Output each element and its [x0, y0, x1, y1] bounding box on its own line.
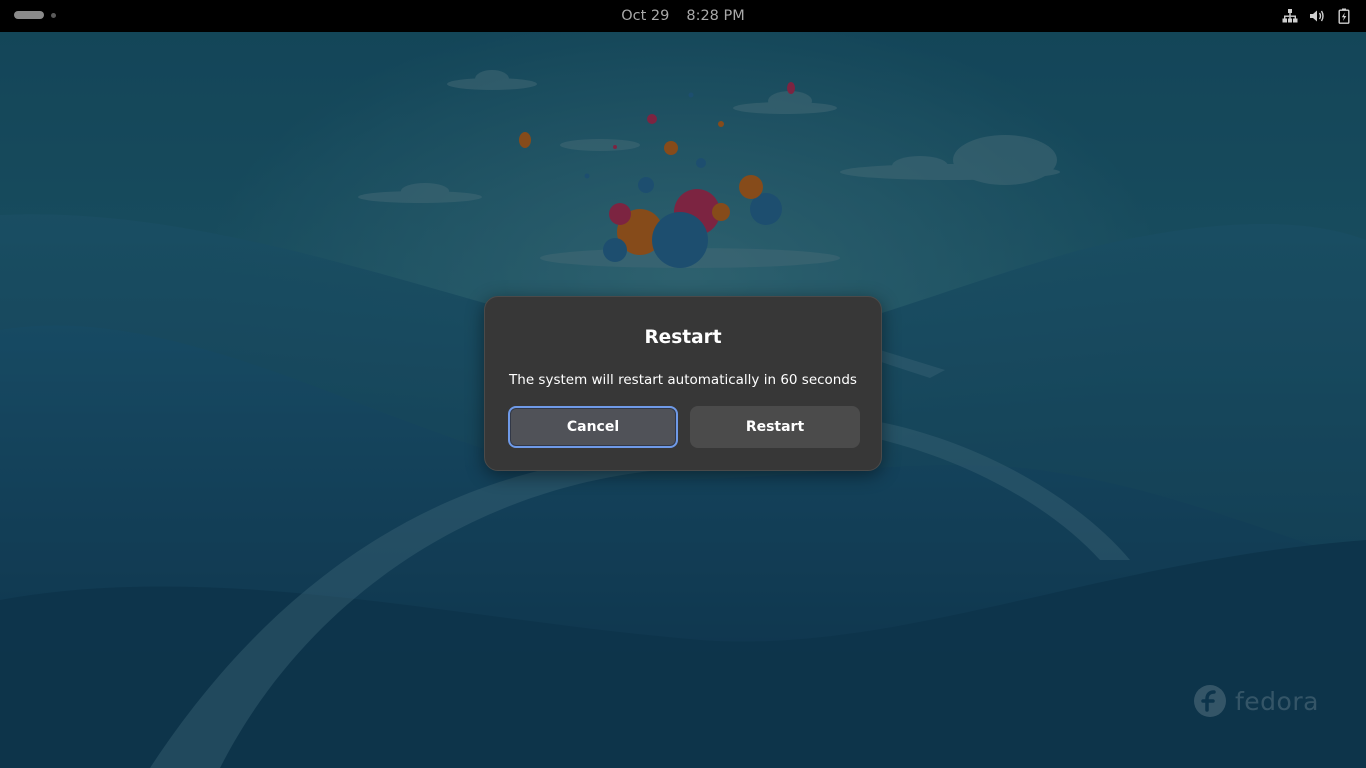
fedora-wordmark: fedora [1235, 686, 1319, 716]
workspace-indicator-active [14, 11, 44, 19]
network-wired-icon [1282, 9, 1298, 23]
fedora-logo-icon [1194, 685, 1226, 717]
top-bar: Oct 29 8:28 PM [0, 0, 1366, 32]
volume-icon [1310, 10, 1324, 22]
time-label: 8:28 PM [686, 8, 745, 24]
workspace-indicator-inactive [51, 12, 56, 18]
dialog-message: The system will restart automatically in… [509, 372, 857, 388]
dialog-title: Restart [644, 327, 722, 348]
battery-icon [1338, 8, 1350, 24]
activities-button[interactable] [14, 11, 56, 19]
date-time-menu[interactable]: Oct 29 8:28 PM [0, 0, 1366, 32]
date-label: Oct 29 [621, 8, 670, 24]
cancel-button[interactable]: Cancel [508, 406, 678, 448]
system-menu[interactable] [1282, 8, 1352, 24]
restart-button[interactable]: Restart [690, 406, 860, 448]
fedora-watermark: fedora [1193, 684, 1319, 718]
restart-dialog: Restart The system will restart automati… [484, 296, 882, 471]
